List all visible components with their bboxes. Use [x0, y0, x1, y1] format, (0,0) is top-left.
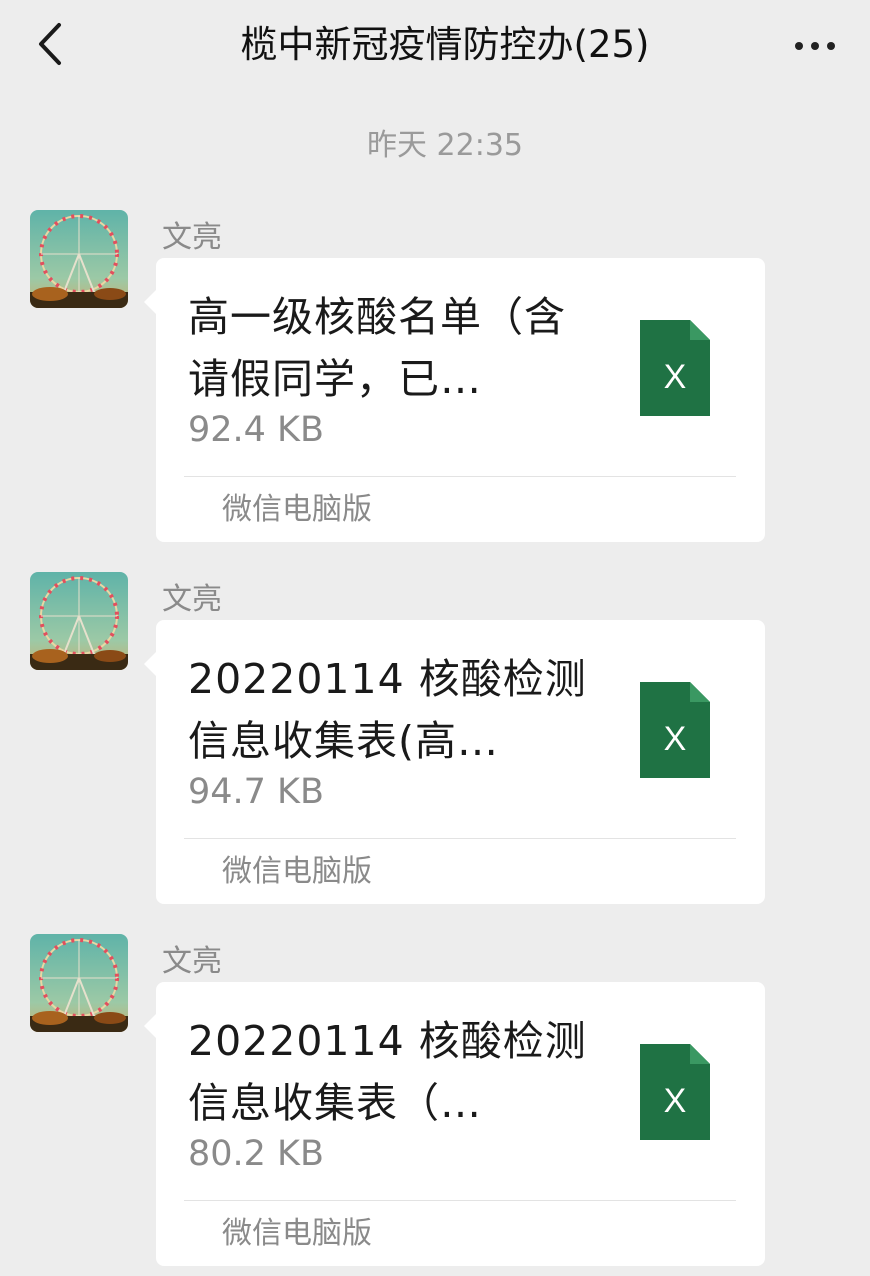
sender-name: 文亮 [162, 582, 222, 617]
file-name: 高一级核酸名单（含 请假同学，已… [188, 293, 566, 403]
divider [184, 838, 736, 839]
more-dots-icon [791, 35, 839, 54]
divider [184, 1200, 736, 1201]
file-message-bubble[interactable]: 高一级核酸名单（含 请假同学，已… 92.4 KB X 微信电脑版 [144, 258, 765, 542]
svg-text:X: X [664, 1082, 687, 1120]
file-size: 94.7 KB [188, 772, 325, 812]
source-label: 微信电脑版 [222, 1216, 372, 1251]
file-message-bubble[interactable]: 20220114 核酸检测 信息收集表(高… 94.7 KB X 微信电脑版 [144, 620, 765, 904]
more-button[interactable] [780, 14, 850, 74]
message-timestamp: 昨天 22:35 [367, 128, 523, 163]
file-size: 92.4 KB [188, 410, 325, 450]
avatar[interactable] [30, 210, 128, 308]
svg-text:X: X [664, 720, 687, 758]
file-name: 20220114 核酸检测 信息收集表(高… [188, 655, 587, 765]
excel-file-icon: X [640, 1044, 710, 1140]
chat-message: 文亮 20220114 核酸检测 信息收集表(高… 94.7 KB X 微信电脑… [0, 572, 870, 912]
file-name: 20220114 核酸检测 信息收集表（… [188, 1017, 587, 1127]
file-message-bubble[interactable]: 20220114 核酸检测 信息收集表（… 80.2 KB X 微信电脑版 [144, 982, 765, 1266]
svg-text:X: X [664, 358, 687, 396]
chat-message: 文亮 20220114 核酸检测 信息收集表（… 80.2 KB X 微信电脑版 [0, 934, 870, 1274]
source-label: 微信电脑版 [222, 492, 372, 527]
excel-file-icon: X [640, 682, 710, 778]
excel-file-icon: X [640, 320, 710, 416]
divider [184, 476, 736, 477]
sender-name: 文亮 [162, 220, 222, 255]
avatar[interactable] [30, 934, 128, 1032]
avatar[interactable] [30, 572, 128, 670]
source-label: 微信电脑版 [222, 854, 372, 889]
chat-message: 文亮 高一级核酸名单（含 请假同学，已… 92.4 KB X 微信电脑版 [0, 210, 870, 550]
chat-header: 榄中新冠疫情防控办(25) [0, 0, 870, 92]
chat-title: 榄中新冠疫情防控办(25) [240, 23, 650, 66]
sender-name: 文亮 [162, 944, 222, 979]
back-button[interactable] [20, 14, 80, 74]
file-size: 80.2 KB [188, 1134, 325, 1174]
chevron-left-icon [39, 23, 61, 65]
